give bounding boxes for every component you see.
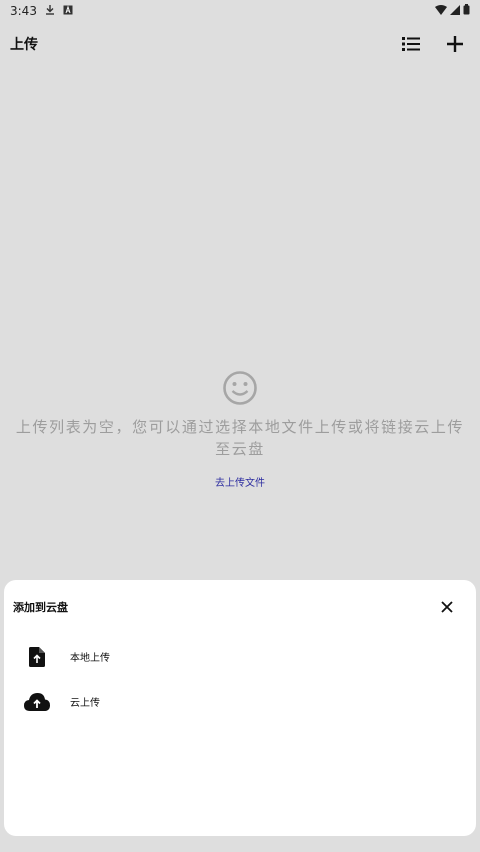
app-bar-actions <box>398 31 468 57</box>
status-left: 3:43 <box>10 4 73 18</box>
status-right <box>435 4 470 18</box>
empty-state: 上传列表为空，您可以通过选择本地文件上传或将链接云上传至云盘 去上传文件 <box>0 370 480 489</box>
cloud-upload-item[interactable]: 云上传 <box>4 679 476 724</box>
local-upload-label: 本地上传 <box>70 653 110 664</box>
cloud-upload-label: 云上传 <box>70 698 100 709</box>
file-upload-icon <box>24 644 50 670</box>
close-icon[interactable] <box>434 594 460 620</box>
add-icon[interactable] <box>442 31 468 57</box>
list-icon[interactable] <box>398 31 424 57</box>
page-title: 上传 <box>10 37 38 53</box>
download-icon <box>45 4 55 18</box>
sheet-header: 添加到云盘 <box>4 580 476 634</box>
navigation-bar <box>0 836 480 852</box>
bottom-sheet: 添加到云盘 本地上传 云上传 <box>4 580 476 836</box>
smiley-icon <box>222 370 258 410</box>
wifi-icon <box>435 4 447 18</box>
cloud-upload-icon <box>24 689 50 715</box>
battery-icon <box>463 4 470 18</box>
sheet-title: 添加到云盘 <box>13 601 68 614</box>
go-upload-link[interactable]: 去上传文件 <box>215 474 265 489</box>
empty-message: 上传列表为空，您可以通过选择本地文件上传或将链接云上传至云盘 <box>15 418 465 458</box>
local-upload-item[interactable]: 本地上传 <box>4 634 476 679</box>
app-bar: 上传 <box>0 24 480 64</box>
status-bar: 3:43 <box>0 0 480 22</box>
status-time: 3:43 <box>10 4 37 18</box>
a-icon <box>63 4 73 18</box>
signal-icon <box>450 4 460 18</box>
